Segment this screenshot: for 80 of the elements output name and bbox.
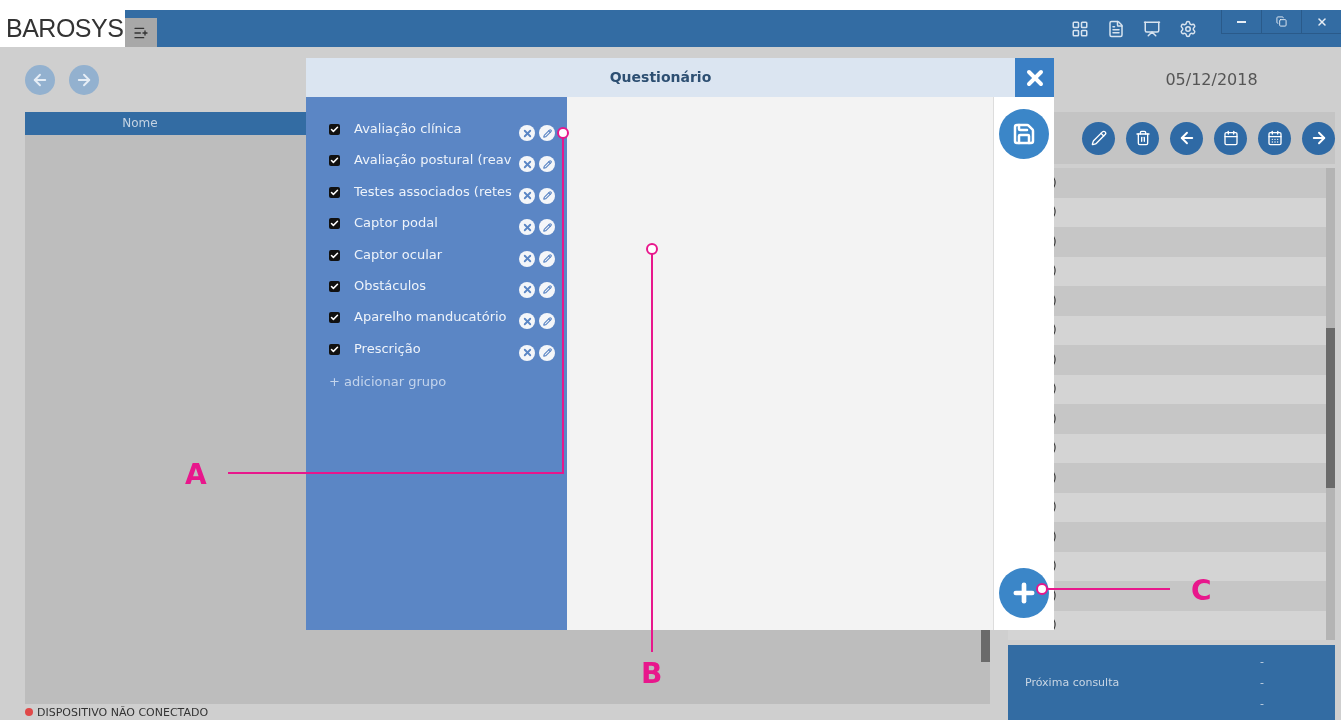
status-text: DISPOSITIVO NÃO CONECTADO bbox=[37, 705, 209, 719]
remove-button[interactable] bbox=[519, 250, 535, 267]
checkbox[interactable] bbox=[329, 249, 340, 261]
remove-icon bbox=[521, 253, 533, 265]
edit-button[interactable] bbox=[539, 156, 555, 173]
pencil-icon bbox=[542, 222, 552, 232]
pencil-icon bbox=[1090, 130, 1107, 146]
remove-button[interactable] bbox=[519, 219, 535, 236]
remove-icon bbox=[521, 158, 533, 170]
calendar-grid-button[interactable] bbox=[1258, 121, 1291, 155]
date-text: 05/12/2018 bbox=[1165, 70, 1258, 89]
edit-button[interactable] bbox=[539, 313, 555, 330]
checkbox[interactable] bbox=[329, 124, 340, 135]
checkbox[interactable] bbox=[329, 312, 340, 324]
checkbox[interactable] bbox=[329, 155, 340, 167]
delete-button[interactable] bbox=[1126, 121, 1159, 155]
checkbox[interactable] bbox=[329, 218, 340, 230]
summary-label: Próxima consulta bbox=[1025, 676, 1121, 689]
checkbox[interactable] bbox=[329, 343, 340, 355]
remove-icon bbox=[521, 347, 533, 359]
annotation-label: A bbox=[185, 461, 207, 489]
remove-button[interactable] bbox=[519, 344, 535, 361]
pencil-icon bbox=[542, 191, 552, 201]
pencil-icon bbox=[542, 316, 552, 326]
column-header[interactable]: Nome bbox=[25, 112, 255, 135]
remove-button[interactable] bbox=[519, 156, 535, 173]
edit-button[interactable] bbox=[539, 344, 555, 361]
remove-button[interactable] bbox=[519, 187, 535, 204]
app-logo: BAROSYS bbox=[6, 14, 124, 43]
edit-button[interactable] bbox=[1082, 121, 1115, 155]
close-button[interactable] bbox=[1015, 58, 1054, 97]
summary-value: - bbox=[1260, 676, 1264, 689]
pencil-icon bbox=[542, 285, 552, 295]
remove-button[interactable] bbox=[519, 125, 535, 141]
calendar-icon bbox=[1222, 130, 1239, 146]
grid-icon bbox=[1071, 19, 1089, 38]
remove-icon bbox=[521, 315, 533, 327]
previous-button[interactable] bbox=[1170, 121, 1203, 155]
chart-board-icon bbox=[1143, 19, 1161, 38]
status-dot bbox=[25, 708, 33, 716]
scrollbar-thumb[interactable] bbox=[1326, 328, 1335, 488]
save-button[interactable] bbox=[999, 109, 1049, 159]
minimize-icon bbox=[1237, 20, 1246, 23]
summary-value: - bbox=[1260, 655, 1264, 668]
edit-button[interactable] bbox=[539, 187, 555, 204]
checkbox[interactable] bbox=[329, 186, 340, 198]
summary-value: - bbox=[1260, 697, 1264, 710]
remove-icon bbox=[521, 284, 533, 296]
pencil-icon bbox=[542, 254, 552, 264]
checkbox[interactable] bbox=[329, 280, 340, 292]
scrollbar-thumb[interactable] bbox=[981, 630, 990, 662]
remove-icon bbox=[521, 190, 533, 202]
edit-button[interactable] bbox=[539, 281, 555, 298]
edit-button[interactable] bbox=[539, 219, 555, 236]
remove-icon bbox=[521, 127, 533, 139]
forward-button[interactable] bbox=[69, 64, 99, 95]
dialog-title: Questionário bbox=[608, 68, 713, 87]
restore-button[interactable] bbox=[1261, 10, 1301, 34]
edit-button[interactable] bbox=[539, 250, 555, 267]
pencil-icon bbox=[542, 128, 552, 138]
calendar-button[interactable] bbox=[1214, 121, 1247, 155]
pencil-icon bbox=[542, 159, 552, 169]
add-button[interactable] bbox=[999, 568, 1049, 618]
remove-icon bbox=[521, 221, 533, 233]
remove-button[interactable] bbox=[519, 313, 535, 330]
save-icon bbox=[1012, 122, 1036, 146]
close-window-button[interactable] bbox=[1301, 10, 1341, 34]
remove-button[interactable] bbox=[519, 281, 535, 298]
document-icon bbox=[1107, 19, 1125, 38]
pencil-icon bbox=[542, 348, 552, 358]
back-button[interactable] bbox=[25, 64, 55, 95]
calendar-grid-icon bbox=[1266, 130, 1283, 146]
trash-icon bbox=[1134, 130, 1151, 146]
next-button[interactable] bbox=[1302, 121, 1335, 155]
edit-button[interactable] bbox=[539, 125, 555, 141]
restore-icon bbox=[1276, 16, 1287, 27]
annotation-label: B bbox=[641, 660, 663, 688]
new-list-tab[interactable] bbox=[125, 18, 157, 47]
close-icon bbox=[1315, 15, 1328, 28]
settings-icon bbox=[1179, 19, 1197, 38]
